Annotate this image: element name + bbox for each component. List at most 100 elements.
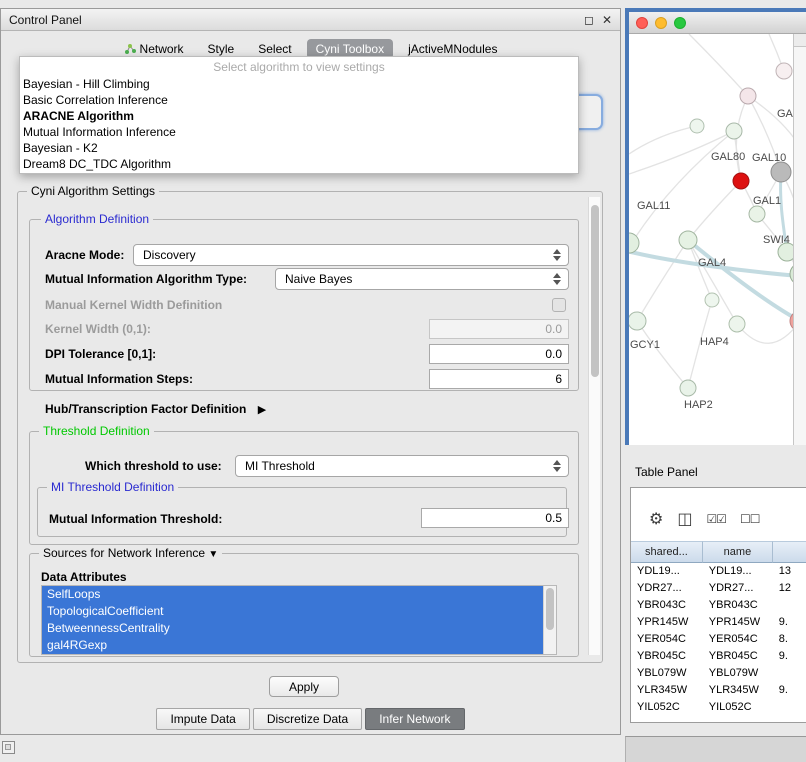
which-threshold-select[interactable]: MI Threshold: [235, 455, 569, 477]
algorithm-option[interactable]: Mutual Information Inference: [20, 124, 578, 140]
cell: YIL052C: [631, 699, 703, 716]
table-row[interactable]: YPR145WYPR145W9.: [631, 614, 806, 631]
table-row[interactable]: YBR043CYBR043C: [631, 597, 806, 614]
close-icon[interactable]: ✕: [602, 13, 612, 27]
combo-arrows-icon: [550, 249, 564, 261]
zoom-traffic-light[interactable]: [674, 17, 686, 29]
kernel-width-field[interactable]: 0.0: [429, 319, 569, 339]
network-node[interactable]: [726, 123, 742, 139]
tab-discretize-data[interactable]: Discretize Data: [253, 708, 362, 730]
float-window-icon[interactable]: ◻: [584, 13, 594, 27]
node-label: GAL11: [637, 200, 670, 212]
network-node[interactable]: [629, 312, 646, 330]
node-label: HAP2: [684, 399, 713, 411]
node-label: GCY1: [630, 339, 660, 351]
table-body: YDL19...YDL19...13 YDR27...YDR27...12 YB…: [631, 563, 806, 716]
table-row[interactable]: YER054CYER054C8.: [631, 631, 806, 648]
scrollbar-button[interactable]: [794, 34, 806, 47]
node-label: SWI4: [763, 234, 790, 246]
tab-impute-data[interactable]: Impute Data: [156, 708, 249, 730]
aracne-mode-label: Aracne Mode:: [45, 247, 124, 263]
mi-steps-label: Mutual Information Steps:: [45, 371, 193, 387]
cell: YBR045C: [703, 648, 773, 665]
algorithm-option[interactable]: Basic Correlation Inference: [20, 92, 578, 108]
cell: [773, 665, 806, 682]
combo-arrows-icon: [550, 273, 564, 285]
network-node[interactable]: [740, 88, 756, 104]
algorithm-option-selected[interactable]: ARACNE Algorithm: [20, 108, 578, 124]
columns-icon[interactable]: ◫: [677, 511, 692, 527]
column-header[interactable]: name: [703, 541, 773, 563]
table-row[interactable]: YBR045CYBR045C9.: [631, 648, 806, 665]
list-item[interactable]: BetweennessCentrality: [42, 620, 543, 637]
network-canvas-scrollbar[interactable]: [793, 34, 806, 445]
network-window-titlebar[interactable]: [629, 12, 806, 34]
table-row[interactable]: YBL079WYBL079W: [631, 665, 806, 682]
cell: YER054C: [703, 631, 773, 648]
cell: YER054C: [631, 631, 703, 648]
table-row[interactable]: YIL052CYIL052C: [631, 699, 806, 716]
gear-icon[interactable]: ⚙: [649, 511, 663, 527]
network-node[interactable]: [749, 206, 765, 222]
network-node[interactable]: [729, 316, 745, 332]
list-item[interactable]: TopologicalCoefficient: [42, 603, 543, 620]
chevron-right-icon: ▶: [258, 404, 266, 416]
network-node-gray[interactable]: [771, 162, 791, 182]
table-row[interactable]: YDL19...YDL19...13: [631, 563, 806, 580]
cell: 13: [773, 563, 806, 580]
list-scrollbar[interactable]: [543, 586, 556, 654]
aracne-mode-select[interactable]: Discovery: [133, 244, 569, 266]
select-all-icon[interactable]: ☑☑: [706, 511, 726, 527]
mi-threshold-field[interactable]: 0.5: [421, 508, 569, 528]
algorithm-definition-title: Algorithm Definition: [41, 212, 153, 226]
mi-steps-field[interactable]: 6: [429, 369, 569, 389]
manual-kernel-width-checkbox[interactable]: [552, 298, 566, 312]
node-label: GAL4: [698, 257, 726, 269]
dpi-tolerance-field[interactable]: 0.0: [429, 344, 569, 364]
network-node[interactable]: [776, 63, 792, 79]
sources-group-header[interactable]: Sources for Network Inference ▼: [39, 546, 222, 562]
network-node[interactable]: [629, 233, 639, 253]
minimize-traffic-light[interactable]: [655, 17, 667, 29]
mi-type-select[interactable]: Naive Bayes: [275, 268, 569, 290]
deselect-all-icon[interactable]: ☐☐: [740, 511, 760, 527]
list-item[interactable]: SelfLoops: [42, 586, 543, 603]
control-panel-title: Control Panel: [9, 13, 82, 27]
control-panel-titlebar[interactable]: Control Panel ◻ ✕: [1, 9, 620, 31]
tab-infer-network[interactable]: Infer Network: [365, 708, 464, 730]
manual-kernel-width-label: Manual Kernel Width Definition: [45, 297, 222, 313]
algorithm-option[interactable]: Bayesian - K2: [20, 140, 578, 156]
list-item[interactable]: gal4RGexp: [42, 637, 543, 654]
kernel-width-label: Kernel Width (0,1):: [45, 321, 151, 337]
settings-scrollbar-thumb[interactable]: [591, 205, 599, 377]
table-row[interactable]: YDR27...YDR27...12: [631, 580, 806, 597]
network-canvas[interactable]: GAL80 GAL80 GAL10 GAL11 GAL1 SWI4 GAL4 G…: [629, 34, 806, 445]
column-header[interactable]: [773, 541, 806, 563]
hub-definition-expander[interactable]: Hub/Transcription Factor Definition ▶: [45, 401, 266, 418]
network-node[interactable]: [705, 293, 719, 307]
table-panel-title: Table Panel: [635, 465, 698, 479]
combo-arrows-icon: [550, 460, 564, 472]
network-node-red[interactable]: [733, 173, 749, 189]
data-attributes-list: SelfLoops TopologicalCoefficient Between…: [41, 585, 557, 655]
cell: YBR043C: [703, 597, 773, 614]
algorithm-option[interactable]: Dream8 DC_TDC Algorithm: [20, 156, 578, 172]
network-node[interactable]: [679, 231, 697, 249]
cell: YBR043C: [631, 597, 703, 614]
network-node[interactable]: [680, 380, 696, 396]
network-graph: GAL80 GAL80 GAL10 GAL11 GAL1 SWI4 GAL4 G…: [629, 34, 806, 441]
list-scrollbar-thumb[interactable]: [546, 588, 554, 630]
network-node[interactable]: [690, 119, 704, 133]
cell: [773, 699, 806, 716]
algorithm-option[interactable]: Bayesian - Hill Climbing: [20, 76, 578, 92]
settings-scrollbar[interactable]: [588, 197, 600, 655]
close-traffic-light[interactable]: [636, 17, 648, 29]
apply-button[interactable]: Apply: [269, 676, 339, 697]
node-label: GAL10: [752, 152, 786, 164]
mi-threshold-group-title: MI Threshold Definition: [47, 480, 178, 494]
cell: 9.: [773, 614, 806, 631]
table-row[interactable]: YLR345WYLR345W9.: [631, 682, 806, 699]
restore-panel-icon[interactable]: [2, 741, 15, 754]
algorithm-dropdown-hint: Select algorithm to view settings: [20, 59, 578, 76]
column-header[interactable]: shared...: [631, 541, 703, 563]
